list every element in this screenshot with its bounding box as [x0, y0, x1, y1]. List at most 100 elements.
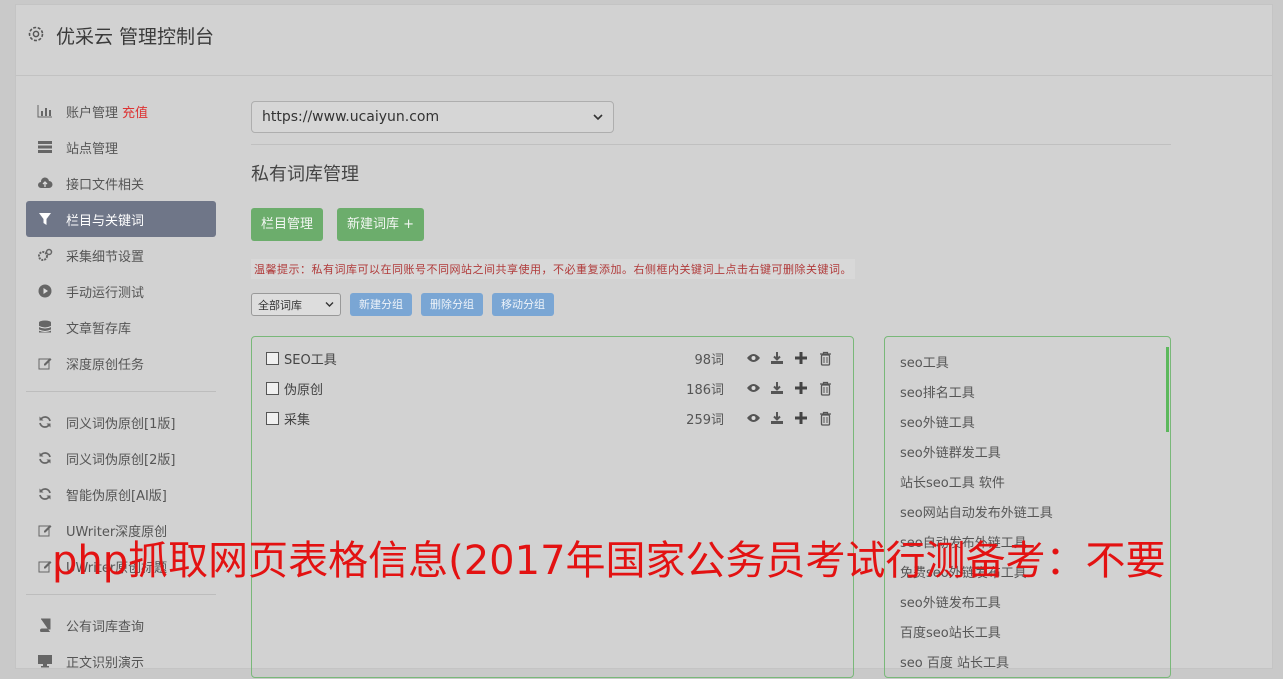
trash-icon[interactable]: [817, 350, 833, 366]
sidebar-item-article-store[interactable]: 文章暂存库: [26, 309, 216, 345]
library-checkbox[interactable]: [266, 411, 279, 425]
library-checkbox[interactable]: [266, 351, 279, 365]
bar-chart-icon: [36, 103, 54, 119]
site-select[interactable]: https://www.ucaiyun.com: [251, 101, 614, 133]
sidebar-item-deep-original[interactable]: 深度原创任务: [26, 345, 216, 381]
download-icon[interactable]: [769, 410, 785, 426]
library-checkbox[interactable]: [266, 381, 279, 395]
sidebar-item-collect-settings[interactable]: 采集细节设置: [26, 237, 216, 273]
section-title: 私有词库管理: [251, 164, 359, 185]
list-item: SEO工具 98词: [266, 347, 839, 369]
server-icon: [36, 139, 54, 155]
sidebar-item-columns-keywords[interactable]: 栏目与关键词: [26, 201, 216, 237]
group-toolbar: 全部词库 新建分组 删除分组 移动分组: [251, 293, 1171, 316]
eye-icon[interactable]: [745, 350, 761, 366]
group-select[interactable]: 全部词库: [251, 293, 341, 316]
library-list-panel: SEO工具 98词 伪原创 186词 采集 259词: [251, 336, 854, 678]
library-actions: [745, 410, 833, 426]
library-name[interactable]: SEO工具: [284, 349, 337, 368]
sidebar-item-label: 采集细节设置: [66, 249, 145, 265]
sidebar-item-synonym-v1[interactable]: 同义词伪原创[1版]: [26, 404, 216, 440]
library-name[interactable]: 伪原创: [284, 379, 323, 398]
top-bar: 优采云 管理控制台: [16, 5, 1272, 76]
trash-icon[interactable]: [817, 380, 833, 396]
sidebar-divider: [26, 594, 216, 595]
cloud-upload-icon: [36, 175, 54, 191]
sidebar-item-label: 文章暂存库: [66, 321, 132, 337]
delete-group-button[interactable]: 删除分组: [421, 293, 483, 316]
sidebar-item-public-lib[interactable]: 公有词库查询: [26, 607, 216, 643]
sidebar-item-label: 正文识别演示: [66, 655, 145, 671]
filter-icon: [36, 211, 54, 227]
plus-icon[interactable]: [793, 380, 809, 396]
library-name[interactable]: 采集: [284, 409, 310, 428]
sidebar-item-label: 接口文件相关: [66, 177, 145, 193]
scrollbar[interactable]: [1166, 347, 1169, 432]
keyword-item[interactable]: 站长seo工具 软件: [900, 472, 1005, 491]
sidebar-item-manual-test[interactable]: 手动运行测试: [26, 273, 216, 309]
refresh-icon: [36, 450, 54, 466]
keyword-item[interactable]: seo外链工具: [900, 412, 975, 431]
sidebar-item-account[interactable]: 账户管理 充值: [26, 93, 216, 129]
keyword-item[interactable]: seo 百度 站长工具: [900, 652, 1009, 671]
sidebar-item-label: 栏目与关键词: [66, 213, 145, 229]
library-count: 259词: [686, 412, 724, 428]
sidebar-item-label: 智能伪原创[AI版]: [66, 488, 167, 504]
refresh-icon: [36, 414, 54, 430]
keyword-item[interactable]: seo工具: [900, 352, 949, 371]
sidebar-item-sites[interactable]: 站点管理: [26, 129, 216, 165]
chevron-down-icon: [593, 109, 603, 125]
sidebar-item-label: 同义词伪原创[2版]: [66, 452, 176, 468]
library-actions: [745, 380, 833, 396]
play-circle-icon: [36, 283, 54, 299]
sidebar: 账户管理 充值 站点管理 接口文件相关 栏目与关键词 采集细节设置 手动运行测试…: [26, 93, 216, 679]
database-icon: [36, 319, 54, 335]
move-group-button[interactable]: 移动分组: [492, 293, 554, 316]
edit-icon: [36, 355, 54, 371]
page-title: 优采云 管理控制台: [56, 26, 215, 48]
keyword-item[interactable]: seo网站自动发布外链工具: [900, 502, 1053, 521]
refresh-icon: [36, 486, 54, 502]
eye-icon[interactable]: [745, 410, 761, 426]
sidebar-item-synonym-v2[interactable]: 同义词伪原创[2版]: [26, 440, 216, 476]
download-icon[interactable]: [769, 350, 785, 366]
download-icon[interactable]: [769, 380, 785, 396]
library-count: 186词: [686, 382, 724, 398]
recharge-link[interactable]: 充值: [122, 102, 148, 121]
plus-icon[interactable]: [793, 350, 809, 366]
keyword-list-panel[interactable]: seo工具 seo排名工具 seo外链工具 seo外链群发工具 站长seo工具 …: [884, 336, 1171, 678]
sidebar-item-label: 手动运行测试: [66, 285, 145, 301]
main-content: https://www.ucaiyun.com 私有词库管理 栏目管理 新建词库…: [251, 101, 1171, 678]
keyword-item[interactable]: seo外链发布工具: [900, 592, 1001, 611]
action-buttons: 栏目管理 新建词库 +: [251, 208, 1171, 241]
new-library-button[interactable]: 新建词库 +: [337, 208, 425, 241]
eye-icon[interactable]: [745, 380, 761, 396]
cogs-icon: [36, 247, 54, 263]
chevron-down-icon: [325, 298, 334, 311]
sidebar-item-ai-rewrite[interactable]: 智能伪原创[AI版]: [26, 476, 216, 512]
trash-icon[interactable]: [817, 410, 833, 426]
library-actions: [745, 350, 833, 366]
sidebar-item-label: 账户管理: [66, 105, 119, 121]
group-select-value: 全部词库: [258, 298, 302, 312]
divider: [251, 144, 1171, 145]
new-group-button[interactable]: 新建分组: [350, 293, 412, 316]
list-item: 采集 259词: [266, 407, 839, 429]
site-select-value: https://www.ucaiyun.com: [262, 109, 440, 125]
list-item: 伪原创 186词: [266, 377, 839, 399]
keyword-item[interactable]: seo外链群发工具: [900, 442, 1001, 461]
tip-message: 温馨提示：私有词库可以在同账号不同网站之间共享使用，不必重复添加。右侧框内关键词…: [251, 259, 855, 279]
book-icon: [36, 617, 54, 633]
sidebar-item-api-files[interactable]: 接口文件相关: [26, 165, 216, 201]
plus-icon[interactable]: [793, 410, 809, 426]
gear-icon: [26, 24, 46, 44]
column-manage-button[interactable]: 栏目管理: [251, 208, 324, 241]
library-count: 98词: [694, 352, 724, 368]
keyword-item[interactable]: seo排名工具: [900, 382, 975, 401]
sidebar-item-label: 公有词库查询: [66, 619, 145, 635]
keyword-item[interactable]: 百度seo站长工具: [900, 622, 1001, 641]
sidebar-item-label: 同义词伪原创[1版]: [66, 416, 176, 432]
sidebar-item-label: 站点管理: [66, 141, 119, 157]
sidebar-item-label: 深度原创任务: [66, 357, 145, 373]
sidebar-item-text-recognition[interactable]: 正文识别演示: [26, 643, 216, 679]
